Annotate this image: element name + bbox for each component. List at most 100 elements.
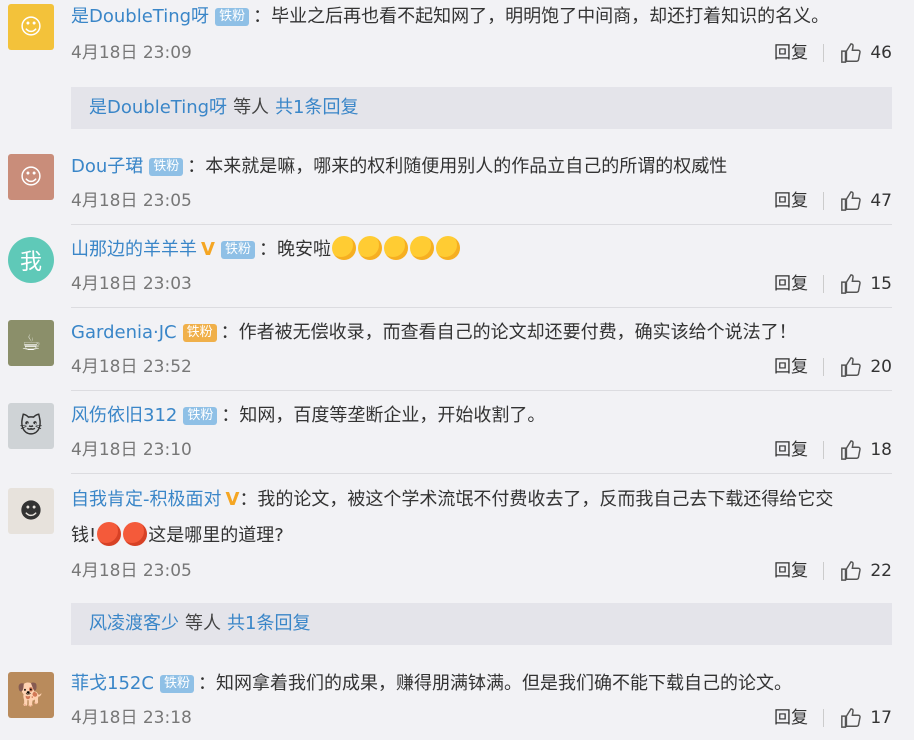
thumbs-up-icon (841, 274, 862, 294)
fan-badge: 铁粉 (182, 324, 217, 342)
username-link[interactable]: 是DoubleTing呀 (71, 6, 209, 27)
like-count: 20 (870, 357, 892, 377)
like-button[interactable]: 47 (840, 188, 892, 214)
sub-reply-user[interactable]: 是DoubleTing呀 (89, 97, 227, 118)
like-count: 18 (870, 440, 892, 460)
comment-body: ：本来就是嘛，哪来的权利随便用别人的作品立自己的所谓的权威性 (187, 156, 728, 177)
like-button[interactable]: 20 (840, 354, 892, 380)
comment-body: ：作者被无偿收录，而查看自己的论文却还要付费，确实该给个说法了！ (220, 322, 797, 343)
comment-meta: 4月18日 23:10 回复 18 (71, 437, 892, 463)
divider (71, 307, 892, 308)
comment-meta: 4月18日 23:05 回复 22 (71, 558, 892, 584)
comment-body: ：晚安啦 (258, 239, 331, 260)
comment-text: Gardenia·JC 铁粉 ：作者被无偿收录，而查看自己的论文却还要付费，确实该给… (71, 319, 797, 347)
comment-text: 山那边的羊羊羊 V 铁粉 ：晚安啦 (71, 236, 461, 264)
vip-v-icon: V (201, 239, 215, 260)
vip-v-icon: V (225, 489, 240, 510)
like-button[interactable]: 22 (840, 558, 892, 584)
thumbs-up-icon (841, 357, 862, 377)
heart-eyes-emoji-icon (409, 236, 434, 260)
divider (71, 473, 892, 474)
heart-hand-emoji-icon (435, 236, 460, 260)
timestamp: 4月18日 23:10 (71, 440, 192, 460)
comment-body: ：毕业之后再也看不起知网了，明明饱了中间商，却还打着知识的名义。 (253, 6, 830, 27)
like-count: 15 (870, 274, 892, 294)
comment-body: ：我的论文，被这个学术流氓不付费收去了，反而我自己去下载还得给它交 (239, 489, 834, 510)
reply-button[interactable]: 回复 (774, 188, 808, 214)
like-count: 47 (870, 191, 892, 211)
comment-text: 自我肯定-积极面对 V：我的论文，被这个学术流氓不付费收去了，反而我自己去下载还得… (71, 486, 833, 514)
timestamp: 4月18日 23:09 (71, 43, 192, 63)
fan-badge: 铁粉 (149, 158, 184, 176)
avatar[interactable]: ☕ (8, 320, 54, 366)
love-emoji-icon (357, 236, 382, 260)
thumbs-up-icon (841, 561, 862, 581)
avatar[interactable]: ☺ (8, 4, 54, 50)
timestamp: 4月18日 23:03 (71, 274, 192, 294)
username-link[interactable]: Dou子珺 (71, 156, 143, 177)
fan-badge: 铁粉 (220, 241, 255, 259)
divider (823, 441, 824, 459)
sub-reply-user[interactable]: 风凌渡客少 (89, 613, 179, 634)
divider (823, 275, 824, 293)
sub-reply-summary[interactable]: 是DoubleTing呀 等人 共1条回复 (71, 87, 892, 129)
comment-meta: 4月18日 23:05 回复 47 (71, 188, 892, 214)
reply-button[interactable]: 回复 (774, 705, 808, 731)
thumbs-up-icon (841, 191, 862, 211)
timestamp: 4月18日 23:52 (71, 357, 192, 377)
username-link[interactable]: 山那边的羊羊羊 (71, 239, 197, 260)
reply-button[interactable]: 回复 (774, 558, 808, 584)
comment-meta: 4月18日 23:09 回复 46 (71, 40, 892, 66)
divider (71, 224, 892, 225)
sub-reply-total[interactable]: 共1条回复 (275, 97, 358, 118)
like-button[interactable]: 17 (840, 705, 892, 731)
comment-body: ：知网，百度等垄断企业，开始收割了。 (221, 405, 546, 426)
angry-emoji-icon (97, 522, 122, 546)
reply-button[interactable]: 回复 (774, 271, 808, 297)
username-link[interactable]: 菲戈152C (71, 673, 154, 694)
avatar[interactable]: 🐕 (8, 672, 54, 718)
username-link[interactable]: Gardenia·JC (71, 322, 177, 343)
divider (823, 192, 824, 210)
angry-emoji-icon (123, 522, 148, 546)
divider (823, 44, 824, 62)
avatar[interactable]: 🐱 (8, 403, 54, 449)
divider (823, 562, 824, 580)
username-link[interactable]: 风伤依旧312 (71, 405, 177, 426)
avatar[interactable]: 我 (8, 237, 54, 283)
fan-badge: 铁粉 (183, 407, 218, 425)
sub-reply-etc: 等人 (233, 97, 270, 118)
comment-body-part: 这是哪里的道理? (148, 525, 284, 546)
like-button[interactable]: 15 (840, 271, 892, 297)
like-button[interactable]: 46 (840, 40, 892, 66)
like-count: 22 (870, 561, 892, 581)
sub-reply-total[interactable]: 共1条回复 (227, 613, 310, 634)
like-count: 17 (870, 708, 892, 728)
comment-body: ：知网拿着我们的成果，赚得朋满钵满。但是我们确不能下载自己的论文。 (197, 673, 792, 694)
comment-text: 风伤依旧312 铁粉 ：知网，百度等垄断企业，开始收割了。 (71, 402, 545, 430)
thumbs-up-icon (841, 43, 862, 63)
comment-meta: 4月18日 23:03 回复 15 (71, 271, 892, 297)
username-link[interactable]: 自我肯定-积极面对 (71, 489, 222, 510)
comment-body-part: 钱! (71, 525, 97, 546)
divider (71, 390, 892, 391)
reply-button[interactable]: 回复 (774, 354, 808, 380)
comment-text-continued: 钱! 这是哪里的道理? (71, 522, 284, 550)
comment-meta: 4月18日 23:52 回复 20 (71, 354, 892, 380)
comment-feed: ☺ 是DoubleTing呀 铁粉 ：毕业之后再也看不起知网了，明明饱了中间商，却还… (0, 0, 914, 740)
comment-meta: 4月18日 23:18 回复 17 (71, 705, 892, 731)
sub-reply-etc: 等人 (185, 613, 221, 634)
thumbs-up-icon (841, 708, 862, 728)
thumbs-up-icon (841, 440, 862, 460)
divider (823, 709, 824, 727)
flower-emoji-icon (383, 236, 408, 260)
comment-text: Dou子珺 铁粉 ：本来就是嘛，哪来的权利随便用别人的作品立自己的所谓的权威性 (71, 153, 727, 181)
fan-badge: 铁粉 (215, 8, 250, 26)
like-button[interactable]: 18 (840, 437, 892, 463)
reply-button[interactable]: 回复 (774, 40, 808, 66)
sub-reply-summary[interactable]: 风凌渡客少 等人 共1条回复 (71, 603, 892, 645)
avatar[interactable]: ☺ (8, 154, 54, 200)
comment-text: 菲戈152C 铁粉 ：知网拿着我们的成果，赚得朋满钵满。但是我们确不能下载自己的论文… (71, 670, 792, 698)
reply-button[interactable]: 回复 (774, 437, 808, 463)
avatar[interactable]: ☻ (8, 488, 54, 534)
